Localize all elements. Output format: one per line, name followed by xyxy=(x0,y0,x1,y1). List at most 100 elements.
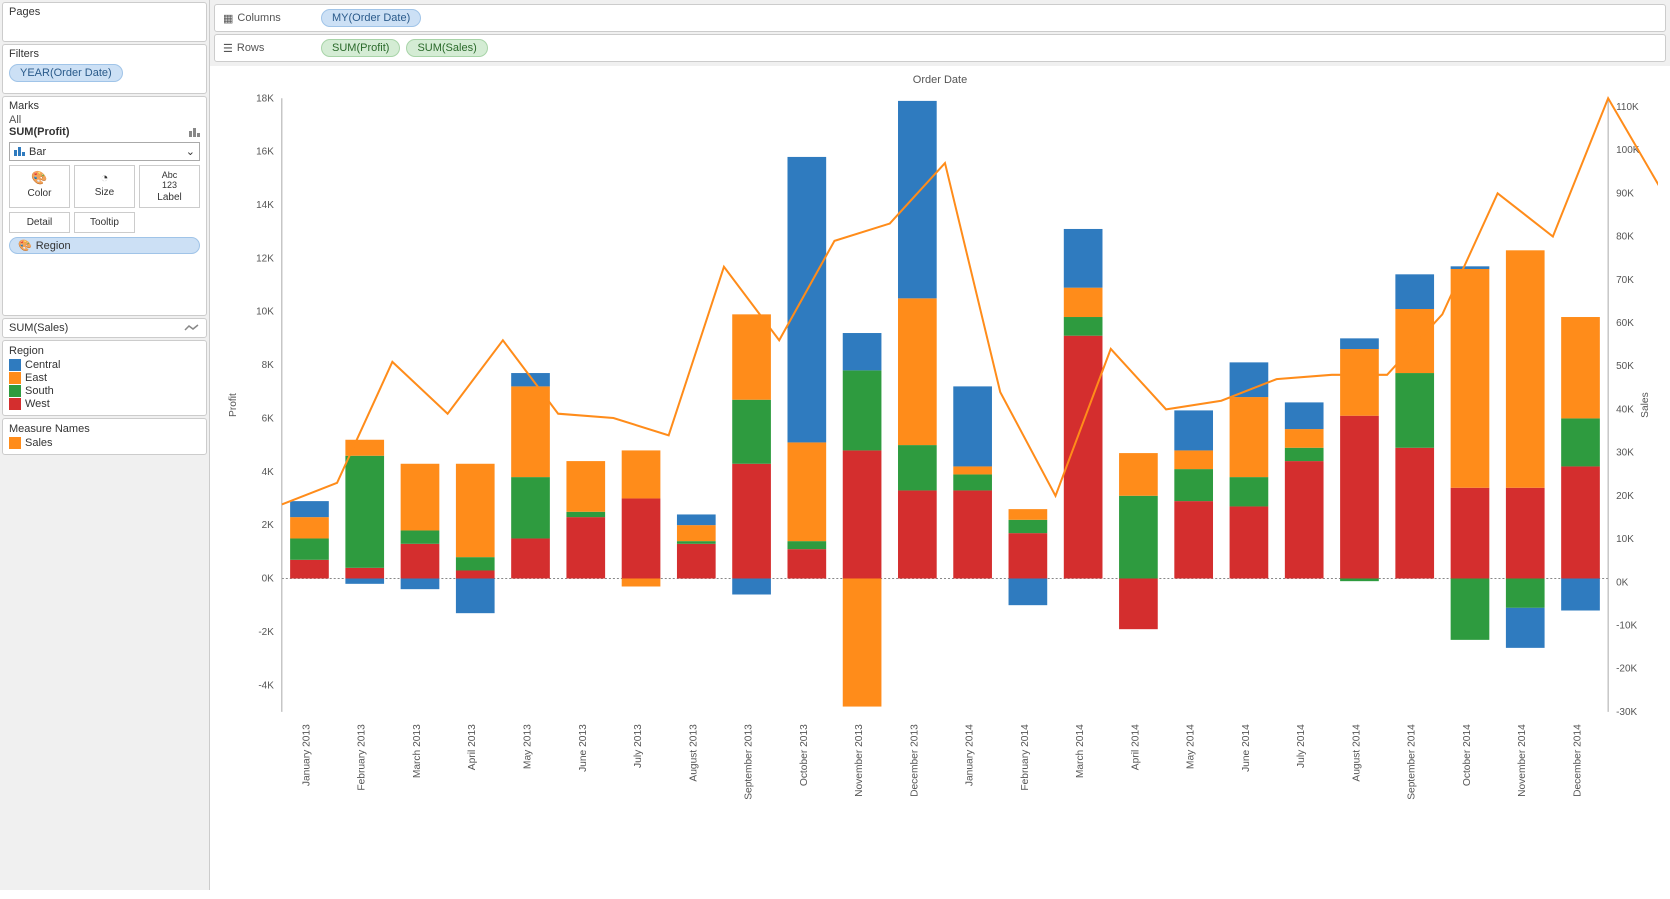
bar-segment[interactable] xyxy=(1561,466,1600,578)
rows-pill-profit[interactable]: SUM(Profit) xyxy=(321,39,400,57)
bar-segment[interactable] xyxy=(1451,578,1490,639)
bar-segment[interactable] xyxy=(787,442,826,541)
bar-segment[interactable] xyxy=(566,461,605,512)
bar-segment[interactable] xyxy=(677,525,716,541)
bar-segment[interactable] xyxy=(1285,461,1324,578)
bar-segment[interactable] xyxy=(1506,608,1545,648)
bar-segment[interactable] xyxy=(1451,266,1490,269)
bar-segment[interactable] xyxy=(843,450,882,578)
bar-segment[interactable] xyxy=(953,474,992,490)
bar-segment[interactable] xyxy=(677,541,716,544)
bar-segment[interactable] xyxy=(290,538,329,559)
legend-item[interactable]: East xyxy=(9,372,200,384)
bar-segment[interactable] xyxy=(1174,450,1213,469)
columns-pill-orderdate[interactable]: MY(Order Date) xyxy=(321,9,421,27)
marks-profit[interactable]: SUM(Profit) xyxy=(9,126,200,138)
bar-segment[interactable] xyxy=(787,157,826,442)
bar-segment[interactable] xyxy=(1285,429,1324,448)
bar-segment[interactable] xyxy=(401,530,440,543)
legend-item[interactable]: Sales xyxy=(9,437,200,449)
bar-segment[interactable] xyxy=(732,578,771,594)
chart-canvas[interactable]: -4K-2K0K2K4K6K8K10K12K14K16K18K-30K-20K-… xyxy=(222,88,1658,896)
bar-segment[interactable] xyxy=(1451,488,1490,579)
bar-segment[interactable] xyxy=(1395,373,1434,448)
bar-segment[interactable] xyxy=(401,464,440,531)
bar-segment[interactable] xyxy=(1340,349,1379,416)
bar-segment[interactable] xyxy=(843,333,882,370)
bar-segment[interactable] xyxy=(1285,402,1324,429)
bar-segment[interactable] xyxy=(732,464,771,579)
bar-segment[interactable] xyxy=(622,450,661,498)
bar-segment[interactable] xyxy=(1395,309,1434,373)
bar-segment[interactable] xyxy=(898,101,937,298)
bar-segment[interactable] xyxy=(1561,418,1600,466)
bar-segment[interactable] xyxy=(1340,416,1379,579)
bar-segment[interactable] xyxy=(1506,578,1545,607)
bar-segment[interactable] xyxy=(953,386,992,466)
bar-segment[interactable] xyxy=(345,578,384,583)
bar-segment[interactable] xyxy=(1009,509,1048,520)
bar-segment[interactable] xyxy=(898,298,937,445)
bar-segment[interactable] xyxy=(1064,229,1103,288)
size-card[interactable]: ◔Size xyxy=(74,165,135,208)
bar-segment[interactable] xyxy=(843,578,882,706)
bar-segment[interactable] xyxy=(456,570,495,578)
bar-segment[interactable] xyxy=(732,400,771,464)
bar-segment[interactable] xyxy=(787,549,826,578)
bar-segment[interactable] xyxy=(622,578,661,586)
bar-segment[interactable] xyxy=(843,370,882,450)
legend-item[interactable]: South xyxy=(9,385,200,397)
region-pill[interactable]: 🎨 Region xyxy=(9,237,200,254)
tooltip-card[interactable]: Tooltip xyxy=(74,212,135,233)
bar-segment[interactable] xyxy=(1340,338,1379,349)
bar-segment[interactable] xyxy=(953,466,992,474)
bar-segment[interactable] xyxy=(677,514,716,525)
bar-segment[interactable] xyxy=(1230,506,1269,578)
bar-segment[interactable] xyxy=(345,456,384,568)
bar-segment[interactable] xyxy=(456,557,495,570)
bar-segment[interactable] xyxy=(1009,520,1048,533)
bar-segment[interactable] xyxy=(1174,469,1213,501)
bar-segment[interactable] xyxy=(1230,397,1269,477)
label-card[interactable]: Abc123Label xyxy=(139,165,200,208)
bar-segment[interactable] xyxy=(1009,578,1048,605)
bar-segment[interactable] xyxy=(1395,448,1434,579)
bar-segment[interactable] xyxy=(566,512,605,517)
bar-segment[interactable] xyxy=(787,541,826,549)
bar-segment[interactable] xyxy=(677,544,716,579)
bar-segment[interactable] xyxy=(1230,362,1269,397)
bar-segment[interactable] xyxy=(1119,453,1158,496)
marks-all[interactable]: All xyxy=(9,114,200,126)
bar-segment[interactable] xyxy=(1230,477,1269,506)
bar-segment[interactable] xyxy=(511,538,550,578)
bar-segment[interactable] xyxy=(456,464,495,557)
bar-segment[interactable] xyxy=(898,490,937,578)
bar-segment[interactable] xyxy=(953,490,992,578)
marks-sales-row[interactable]: SUM(Sales) xyxy=(2,318,207,338)
bar-segment[interactable] xyxy=(290,517,329,538)
bar-segment[interactable] xyxy=(732,314,771,399)
bar-segment[interactable] xyxy=(1064,317,1103,336)
bar-segment[interactable] xyxy=(1395,274,1434,309)
bar-segment[interactable] xyxy=(511,477,550,538)
legend-item[interactable]: West xyxy=(9,398,200,410)
bar-segment[interactable] xyxy=(511,386,550,477)
columns-shelf[interactable]: ▦Columns MY(Order Date) xyxy=(214,4,1666,32)
mark-type-dropdown[interactable]: Bar ⌄ xyxy=(9,142,200,161)
bar-segment[interactable] xyxy=(1174,501,1213,578)
bar-segment[interactable] xyxy=(1506,488,1545,579)
bar-segment[interactable] xyxy=(1064,288,1103,317)
bar-segment[interactable] xyxy=(1340,578,1379,581)
detail-card[interactable]: Detail xyxy=(9,212,70,233)
bar-segment[interactable] xyxy=(1174,410,1213,450)
bar-segment[interactable] xyxy=(290,501,329,517)
bar-segment[interactable] xyxy=(1119,578,1158,629)
bar-segment[interactable] xyxy=(1285,448,1324,461)
bar-segment[interactable] xyxy=(622,498,661,578)
bar-segment[interactable] xyxy=(401,544,440,579)
legend-item[interactable]: Central xyxy=(9,359,200,371)
bar-segment[interactable] xyxy=(401,578,440,589)
bar-segment[interactable] xyxy=(1561,578,1600,610)
bar-segment[interactable] xyxy=(1009,533,1048,578)
bar-segment[interactable] xyxy=(1451,269,1490,488)
